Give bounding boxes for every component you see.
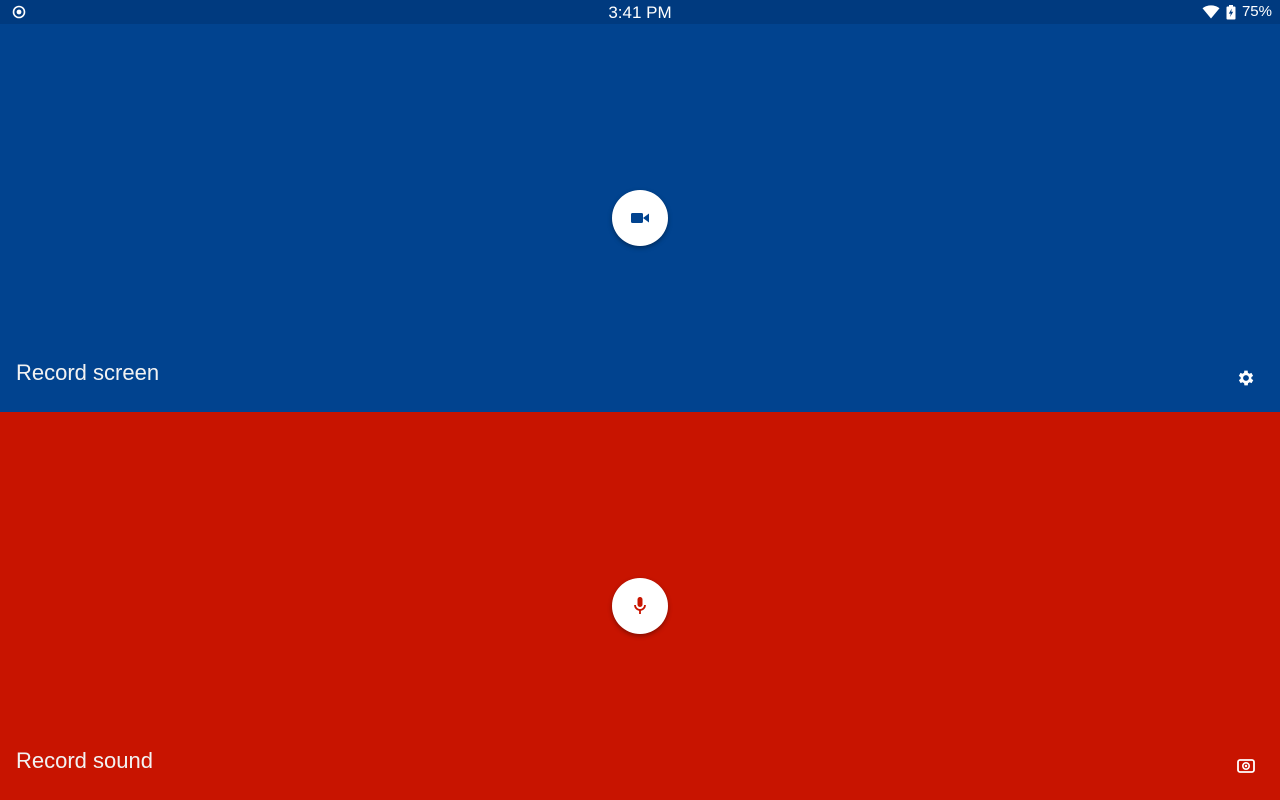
record-screen-button[interactable] (612, 190, 668, 246)
record-screen-label: Record screen (16, 360, 160, 385)
status-icons: 75% (1202, 2, 1272, 22)
record-sound-panel[interactable]: Record sound (0, 412, 1280, 800)
radio-icon[interactable] (1236, 756, 1256, 776)
status-time: 3:41 PM (608, 3, 672, 22)
battery-charging-icon (1226, 4, 1236, 19)
mic-icon (634, 597, 646, 614)
record-sound-button[interactable] (612, 578, 668, 634)
wifi-icon (1202, 5, 1220, 19)
record-screen-panel[interactable]: Record screen (0, 24, 1280, 412)
status-bar: 3:41 PM 75% (0, 0, 1280, 24)
record-sound-label: Record sound (16, 748, 153, 773)
battery-percentage: 75% (1241, 3, 1272, 20)
gear-icon[interactable] (1236, 368, 1256, 388)
videocam-icon (631, 213, 649, 223)
